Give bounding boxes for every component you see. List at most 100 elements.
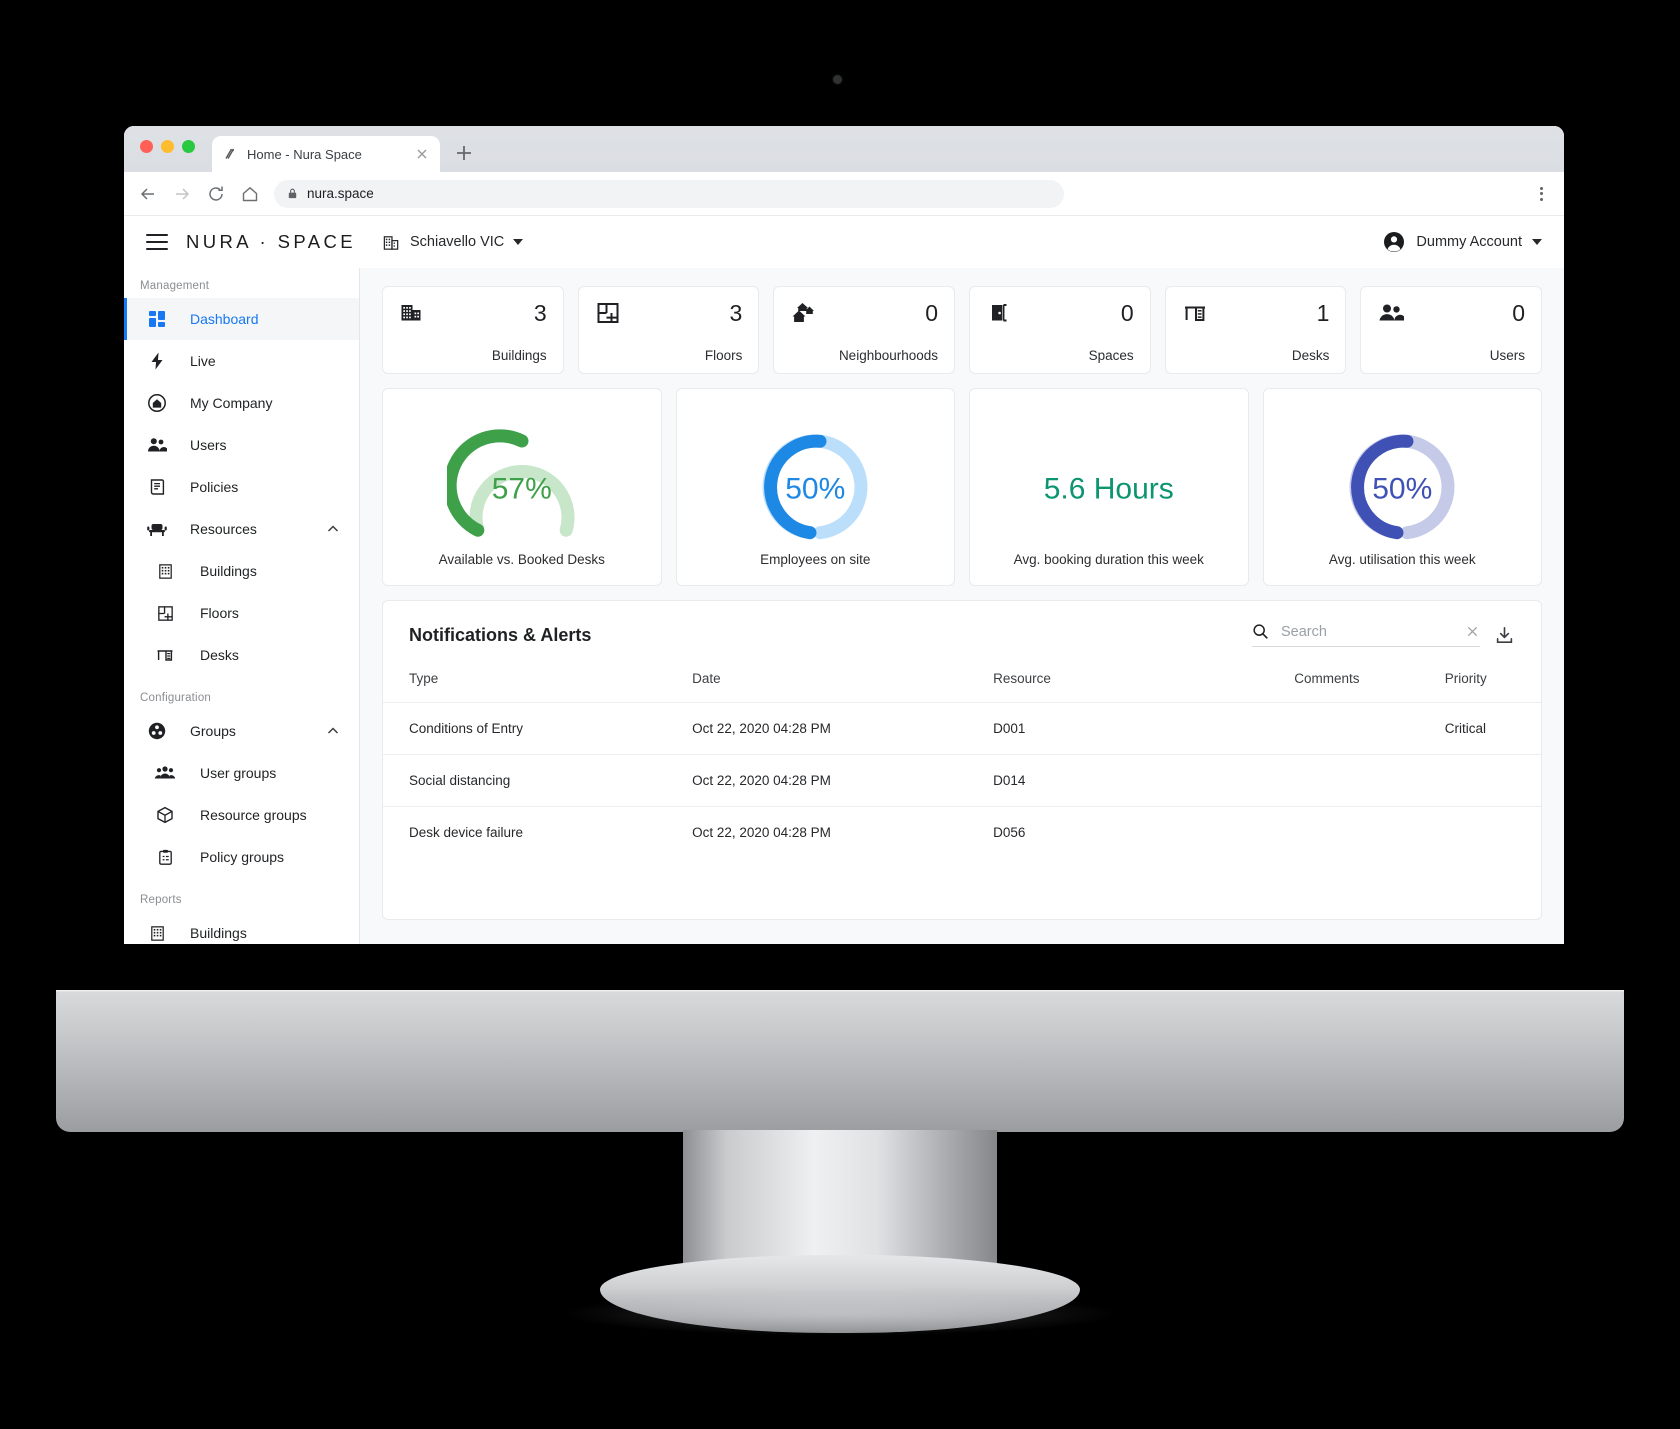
column-header-type[interactable]: Type [383, 661, 684, 703]
stat-card-neighbourhoods[interactable]: 0 Neighbourhoods [773, 286, 956, 374]
cell-resource: D014 [985, 754, 1287, 807]
building-icon [382, 233, 401, 252]
sidebar-item-live[interactable]: Live [124, 340, 359, 382]
sidebar-item-my-company[interactable]: My Company [124, 382, 359, 424]
sidebar-item-label: Groups [190, 723, 236, 739]
close-window-button[interactable] [140, 140, 153, 153]
cell-priority [1436, 806, 1541, 858]
sidebar-nav: Management Dashboard Live My Company Use… [124, 268, 360, 944]
clipboard-icon [152, 848, 178, 867]
sidebar-item-label: Live [190, 353, 216, 369]
stand-shadow [560, 1292, 1120, 1336]
brand-logo: NURA · SPACE [186, 231, 356, 252]
chevron-up-icon[interactable] [325, 521, 341, 537]
arrow-left-icon[interactable] [138, 184, 158, 204]
sidebar-item-reports-buildings[interactable]: Buildings [124, 912, 359, 944]
cell-priority: Critical [1436, 702, 1541, 755]
metric-value: 5.6 Hours [1043, 472, 1174, 506]
sidebar-item-users[interactable]: Users [124, 424, 359, 466]
sidebar-item-policies[interactable]: Policies [124, 466, 359, 508]
building-icon [399, 300, 425, 326]
arrow-right-icon[interactable] [172, 184, 192, 204]
panel-title: Notifications & Alerts [409, 624, 592, 645]
stat-card-desks[interactable]: 1 Desks [1164, 286, 1347, 374]
gauges-row: 57% Available vs. Booked Desks 50% Emplo… [382, 388, 1542, 586]
table-row[interactable]: Conditions of Entry Oct 22, 2020 04:28 P… [383, 702, 1541, 755]
column-header-resource[interactable]: Resource [985, 661, 1286, 703]
gauge-available-vs-booked-desks: 57% [446, 421, 597, 553]
search-input[interactable] [1281, 623, 1431, 640]
webcam-dot [833, 75, 842, 84]
address-bar[interactable]: nura.space [274, 179, 1064, 208]
stat-value: 3 [533, 299, 547, 326]
cell-date: Oct 22, 2020 04:28 PM [684, 754, 986, 807]
sidebar-item-groups[interactable]: Groups [124, 710, 359, 752]
close-icon[interactable] [414, 146, 430, 162]
stat-label: Buildings [491, 348, 547, 363]
chevron-up-icon[interactable] [325, 723, 341, 739]
cell-priority [1436, 754, 1541, 807]
sidebar-item-label: Dashboard [190, 311, 259, 327]
search-field[interactable] [1252, 623, 1480, 647]
new-tab-button[interactable] [452, 141, 476, 165]
browser-toolbar: nura.space [124, 172, 1564, 216]
reload-icon[interactable] [206, 184, 226, 204]
gauge-card-employees-on-site[interactable]: 50% Employees on site [675, 388, 955, 586]
cell-comments [1286, 702, 1437, 755]
home-icon[interactable] [240, 184, 260, 204]
download-icon[interactable] [1494, 625, 1515, 646]
window-controls[interactable] [140, 140, 195, 153]
sidebar-item-user-groups[interactable]: User groups [124, 752, 359, 794]
kebab-menu-icon[interactable] [1532, 185, 1550, 203]
sidebar-item-policy-groups[interactable]: Policy groups [124, 836, 359, 878]
minimize-window-button[interactable] [161, 140, 174, 153]
sidebar-item-dashboard[interactable]: Dashboard [124, 298, 359, 340]
sidebar-item-label: Floors [200, 605, 239, 621]
gauge-card-avg-utilisation[interactable]: 50% Avg. utilisation this week [1262, 388, 1542, 586]
column-header-date[interactable]: Date [684, 661, 985, 703]
site-selector[interactable]: Schiavello VIC [382, 233, 524, 252]
door-icon [986, 300, 1012, 326]
maximize-window-button[interactable] [182, 140, 195, 153]
column-header-comments[interactable]: Comments [1286, 661, 1437, 703]
browser-tab[interactable]: Home - Nura Space [212, 136, 440, 172]
cell-type: Desk device failure [383, 806, 685, 858]
account-menu[interactable]: Dummy Account [1382, 230, 1542, 254]
gauge-value: 50% [1372, 472, 1433, 506]
chair-icon [144, 519, 170, 539]
sidebar-item-label: Policy groups [200, 849, 285, 865]
tab-title: Home - Nura Space [247, 146, 362, 162]
table-row[interactable]: Social distancing Oct 22, 2020 04:28 PM … [383, 754, 1541, 807]
dashboard-content: 3 Buildings 3 Floors 0 Neighbourhoods 0 … [360, 268, 1564, 944]
table-header-row: Type Date Resource Comments Priority [383, 661, 1541, 703]
table-row[interactable]: Desk device failure Oct 22, 2020 04:28 P… [383, 806, 1541, 858]
sidebar-item-label: Buildings [190, 925, 247, 941]
site-name: Schiavello VIC [409, 234, 505, 250]
cell-type: Conditions of Entry [383, 702, 685, 755]
close-icon[interactable] [1465, 624, 1480, 639]
url-text: nura.space [307, 186, 374, 201]
chevron-down-icon [513, 239, 524, 245]
sidebar-item-resources[interactable]: Resources [124, 508, 359, 550]
groups-icon [144, 721, 170, 741]
stat-value: 0 [925, 299, 939, 326]
sidebar-item-floors[interactable]: Floors [124, 592, 359, 634]
sidebar-item-desks[interactable]: Desks [124, 634, 359, 676]
cell-comments [1286, 754, 1437, 807]
stat-card-floors[interactable]: 3 Floors [577, 286, 760, 374]
hamburger-icon[interactable] [146, 234, 168, 250]
sidebar-item-label: Resource groups [200, 807, 307, 823]
gauge-card-available-vs-booked-desks[interactable]: 57% Available vs. Booked Desks [382, 388, 662, 586]
sidebar-section-label-management: Management [140, 280, 210, 292]
sidebar-item-buildings[interactable]: Buildings [124, 550, 359, 592]
stat-card-spaces[interactable]: 0 Spaces [969, 286, 1151, 374]
stat-card-buildings[interactable]: 3 Buildings [382, 286, 564, 374]
sidebar-item-resource-groups[interactable]: Resource groups [124, 794, 359, 836]
metric-card-avg-booking-duration[interactable]: 5.6 Hours Avg. booking duration this wee… [969, 388, 1249, 586]
cell-comments [1286, 806, 1437, 858]
browser-tabstrip: Home - Nura Space [124, 126, 1564, 172]
monitor-screen: Home - Nura Space nura.space NURA · SPAC… [124, 126, 1564, 944]
column-header-priority[interactable]: Priority [1437, 661, 1541, 703]
stat-card-users[interactable]: 0 Users [1360, 286, 1543, 374]
dashboard-icon [144, 309, 170, 329]
